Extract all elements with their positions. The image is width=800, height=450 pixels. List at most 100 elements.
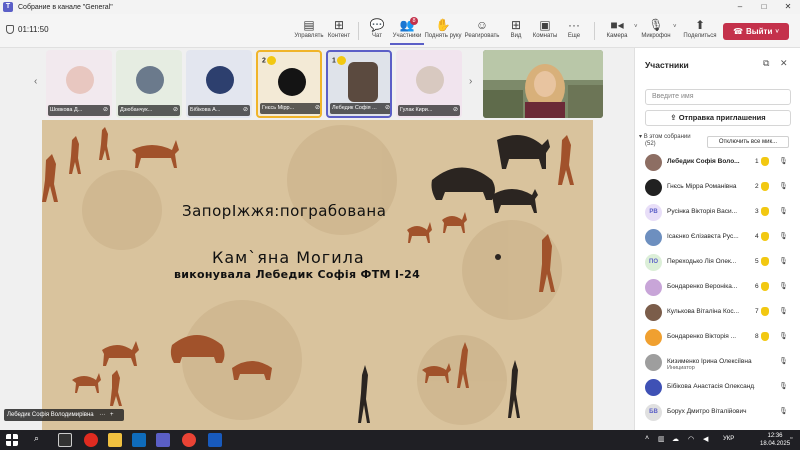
participant-tile[interactable]: Шовкова Д... ⊘	[46, 50, 112, 118]
mic-muted-icon[interactable]: 🎙	[779, 407, 788, 415]
participant-row[interactable]: Гнєсь Мірра Романівна 2 🎙	[641, 175, 797, 200]
mic-muted-icon[interactable]: 🎙	[779, 232, 788, 240]
participant-tile[interactable]: 2 Гнєсь Мірр... ⊘	[256, 50, 322, 118]
hand-raise-order: 4	[755, 233, 759, 240]
close-window-icon[interactable]: ✕	[776, 0, 800, 14]
cloud-icon[interactable]: ☁	[672, 435, 679, 443]
opera-icon[interactable]	[84, 433, 98, 447]
avatar	[645, 279, 662, 296]
raised-hand-icon	[761, 182, 769, 191]
participant-row[interactable]: РВ Русінка Вікторія Васи... 3 🎙	[641, 200, 797, 225]
participant-row[interactable]: Кулькова Віталіна Кос... 7 🎙	[641, 300, 797, 325]
notification-icon[interactable]: ▫	[790, 435, 792, 442]
windows-taskbar: ⌕ ˄ ▥ ☁ ◠ ◀ УКР 12:36 18.04.2025 ▫	[0, 430, 800, 450]
participant-row[interactable]: БВ Борух Дмитро Віталійович 🎙	[641, 400, 797, 425]
mic-muted-icon: ⊘	[102, 107, 108, 113]
microphone-icon: 🎙	[648, 18, 664, 32]
outlook-icon[interactable]	[132, 433, 146, 447]
presenter-name-tag: Лебедик Софія Володимирівна ··· +	[4, 409, 124, 421]
raised-hand-icon	[761, 332, 769, 341]
chat-button[interactable]: 💬 Чат	[360, 17, 394, 45]
avatar: БВ	[645, 404, 662, 421]
participant-tile[interactable]: Бібікова А... ⊘	[186, 50, 252, 118]
wifi-icon[interactable]: ◠	[688, 435, 694, 443]
system-clock[interactable]: 12:36 18.04.2025	[760, 432, 790, 448]
avatar	[645, 329, 662, 346]
chevron-down-icon[interactable]: ˅	[673, 24, 677, 30]
mic-muted-icon: ⊘	[242, 107, 248, 113]
participant-row[interactable]: Ісаєнко Єлізавєта Рус... 4 🎙	[641, 225, 797, 250]
volume-icon[interactable]: ◀	[703, 435, 708, 443]
camera-button[interactable]: ■◂ Камера	[598, 17, 636, 45]
send-invite-button[interactable]: ⇪ Отправка приглашения	[645, 110, 791, 126]
mic-muted-icon[interactable]: 🎙	[779, 382, 788, 390]
section-header[interactable]: ▾ В этом собрании (52)	[639, 134, 691, 148]
people-icon: 👥	[399, 18, 415, 32]
participant-row[interactable]: Кизименко Ірина Олексіївна Инициатор 🎙	[641, 350, 797, 375]
manage-button[interactable]: ▤ Управлять	[292, 17, 326, 45]
mic-muted-icon[interactable]: 🎙	[779, 182, 788, 190]
close-icon[interactable]: ✕	[780, 58, 788, 69]
participant-row[interactable]: ПО Переходько Лія Олек... 5 🎙	[641, 250, 797, 275]
avatar	[645, 379, 662, 396]
avatar	[645, 354, 662, 371]
network-icon[interactable]: ▥	[658, 435, 665, 443]
raise-hand-button[interactable]: ✋ Поднять руку	[424, 17, 461, 45]
participant-tile[interactable]: Гулак Кири... ⊘	[396, 50, 462, 118]
participant-tile[interactable]: Дзюбанчук... ⊘	[116, 50, 182, 118]
plus-icon[interactable]: +	[110, 412, 114, 418]
mic-muted-icon[interactable]: 🎙	[779, 282, 788, 290]
participant-row[interactable]: Бондаренко Вікторія ... 8 🎙	[641, 325, 797, 350]
participant-row[interactable]: Бібікова Анастасія Олександ... 🎙	[641, 375, 797, 400]
maximize-icon[interactable]: □	[752, 0, 776, 14]
mute-all-button[interactable]: Отключить все мик...	[707, 136, 789, 148]
mic-button[interactable]: 🎙 Микрофон	[637, 17, 675, 45]
chevron-left-icon[interactable]: ‹	[34, 76, 37, 87]
chrome-icon[interactable]	[182, 433, 196, 447]
search-input[interactable]: Введите имя	[645, 89, 791, 105]
minimize-icon[interactable]: –	[728, 0, 752, 14]
more-button[interactable]: ··· Еще	[557, 17, 591, 45]
share-button[interactable]: ⬆ Поделиться	[682, 17, 718, 45]
react-button[interactable]: ☺ Реагировать	[465, 17, 500, 45]
mic-muted-icon[interactable]: 🎙	[779, 332, 788, 340]
popout-icon[interactable]: ⧉	[763, 58, 769, 69]
mic-muted-icon[interactable]: 🎙	[779, 257, 788, 265]
file-explorer-icon[interactable]	[108, 433, 122, 447]
mic-muted-icon[interactable]: 🎙	[779, 157, 788, 165]
task-view-icon[interactable]	[58, 433, 72, 447]
chat-icon: 💬	[369, 18, 385, 32]
word-icon[interactable]	[208, 433, 222, 447]
participant-list: Лебедик Софія Воло... 1 🎙 Гнєсь Мірра Роман…	[641, 150, 797, 425]
participant-row[interactable]: Лебедик Софія Воло... 1 🎙	[641, 150, 797, 175]
more-icon[interactable]: ···	[99, 412, 105, 418]
hand-raise-order: 3	[755, 208, 759, 215]
teams-icon[interactable]	[156, 433, 170, 447]
slide-author: виконувала Лебедик Софія ФТМ І-24	[174, 268, 421, 281]
content-button[interactable]: ⊞ Контент	[322, 17, 356, 45]
timer-text: 01:11:50	[18, 25, 49, 34]
search-icon[interactable]: ⌕	[34, 433, 39, 444]
chevron-up-icon[interactable]: ˄	[645, 435, 649, 442]
participant-tile[interactable]: 1 Лебедик Софія ... ⊘	[326, 50, 392, 118]
mic-muted-icon[interactable]: 🎙	[779, 357, 788, 365]
shared-slide: ЗапорІжжя:пограбована Кам`яна Могила вик…	[42, 120, 593, 430]
language-indicator[interactable]: УКР	[723, 436, 734, 442]
participant-name: Переходько Лія Олек...	[667, 258, 737, 265]
smile-icon: ☺	[475, 18, 489, 32]
participant-name: Русінка Вікторія Васи...	[667, 208, 738, 215]
leave-button[interactable]: ☎ Выйти ˅	[723, 23, 789, 40]
avatar: ПО	[645, 254, 662, 271]
chevron-right-icon[interactable]: ›	[469, 76, 472, 87]
participants-button[interactable]: 👥 8 Участники	[390, 17, 424, 45]
share-invite-icon: ⇪	[670, 113, 679, 122]
avatar	[645, 179, 662, 196]
mic-muted-icon: ⊘	[314, 105, 320, 111]
mic-muted-icon[interactable]: 🎙	[779, 207, 788, 215]
window-title: Собрание в канале "General"	[18, 3, 113, 11]
phone-icon: ☎	[733, 27, 744, 36]
participant-name: Гнєсь Мірра Романівна	[667, 183, 737, 190]
windows-start-icon[interactable]	[6, 434, 18, 446]
participant-row[interactable]: Бондаренко Вероніка... 6 🎙	[641, 275, 797, 300]
mic-muted-icon[interactable]: 🎙	[779, 307, 788, 315]
